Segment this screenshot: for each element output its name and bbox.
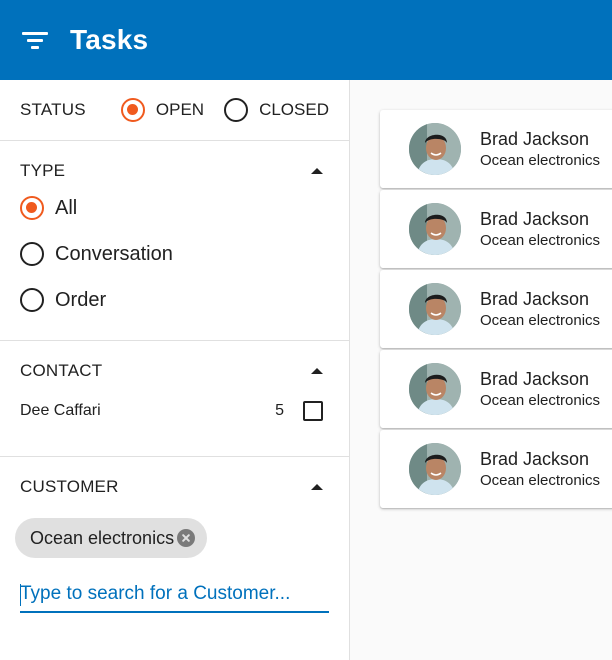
task-contact-name: Brad Jackson	[480, 128, 590, 149]
radio-selected-icon[interactable]	[20, 196, 44, 220]
type-all-radio[interactable]: All	[0, 185, 349, 231]
contact-item[interactable]: Dee Caffari 5	[0, 391, 349, 431]
radio-unselected-icon[interactable]	[20, 242, 44, 266]
radio-unselected-icon[interactable]	[20, 288, 44, 312]
type-label: TYPE	[20, 161, 66, 180]
task-contact-name: Brad Jackson	[480, 368, 590, 389]
task-card[interactable]: Brad Jackson Ocean electronics	[380, 270, 612, 348]
radio-unselected-icon[interactable]	[224, 98, 249, 122]
radio-selected-icon[interactable]	[120, 98, 145, 122]
chip-remove-icon[interactable]	[177, 529, 196, 547]
avatar	[409, 363, 461, 415]
contact-checkbox[interactable]	[303, 401, 323, 421]
filter-sidebar: STATUS OPEN CLOSED TYPE All Conversation…	[0, 80, 350, 660]
task-card[interactable]: Brad Jackson Ocean electronics	[380, 110, 612, 188]
contact-filter: CONTACT Dee Caffari 5	[0, 341, 349, 457]
task-list: Brad Jackson Ocean electronics Brad Jack…	[380, 110, 612, 510]
text-cursor	[20, 584, 21, 606]
caret-up-icon[interactable]	[311, 368, 323, 374]
task-company: Ocean electronics	[480, 391, 601, 409]
filter-menu-icon[interactable]	[22, 30, 50, 50]
type-all-label: All	[55, 196, 78, 219]
avatar	[409, 283, 461, 335]
caret-up-icon[interactable]	[311, 484, 323, 490]
status-label: STATUS	[20, 100, 86, 119]
caret-up-icon[interactable]	[311, 168, 323, 174]
task-contact-name: Brad Jackson	[480, 448, 590, 469]
avatar	[409, 203, 461, 255]
customer-filter: CUSTOMER Ocean electronics	[0, 457, 349, 657]
task-company: Ocean electronics	[480, 311, 601, 329]
customer-chip-label: Ocean electronics	[30, 527, 175, 548]
page-title: Tasks	[70, 24, 149, 55]
task-company: Ocean electronics	[480, 231, 601, 249]
status-filter: STATUS OPEN CLOSED	[0, 80, 349, 141]
task-card[interactable]: Brad Jackson Ocean electronics	[380, 430, 612, 508]
type-conversation-label: Conversation	[55, 242, 173, 265]
task-card[interactable]: Brad Jackson Ocean electronics	[380, 190, 612, 268]
task-company: Ocean electronics	[480, 471, 601, 489]
avatar	[409, 443, 461, 495]
status-open-label: OPEN	[155, 100, 205, 119]
customer-search-input[interactable]	[20, 577, 329, 611]
customer-search-field[interactable]	[20, 577, 329, 613]
status-closed-radio[interactable]: CLOSED	[224, 98, 329, 122]
status-open-radio[interactable]: OPEN	[120, 98, 205, 122]
status-closed-label: CLOSED	[259, 100, 329, 119]
customer-chip[interactable]: Ocean electronics	[15, 518, 208, 558]
task-contact-name: Brad Jackson	[480, 288, 590, 309]
contact-label: CONTACT	[20, 361, 103, 380]
task-company: Ocean electronics	[480, 151, 601, 169]
type-filter: TYPE All Conversation Order	[0, 141, 349, 341]
type-conversation-radio[interactable]: Conversation	[0, 231, 349, 277]
contact-count: 5	[275, 402, 284, 419]
task-card[interactable]: Brad Jackson Ocean electronics	[380, 350, 612, 428]
type-order-label: Order	[55, 288, 107, 311]
app-bar: Tasks	[0, 0, 612, 80]
contact-name: Dee Caffari	[20, 402, 101, 419]
customer-label: CUSTOMER	[20, 477, 119, 496]
task-contact-name: Brad Jackson	[480, 208, 590, 229]
customer-header[interactable]: CUSTOMER	[0, 457, 349, 517]
type-order-radio[interactable]: Order	[0, 277, 349, 323]
avatar	[409, 123, 461, 175]
